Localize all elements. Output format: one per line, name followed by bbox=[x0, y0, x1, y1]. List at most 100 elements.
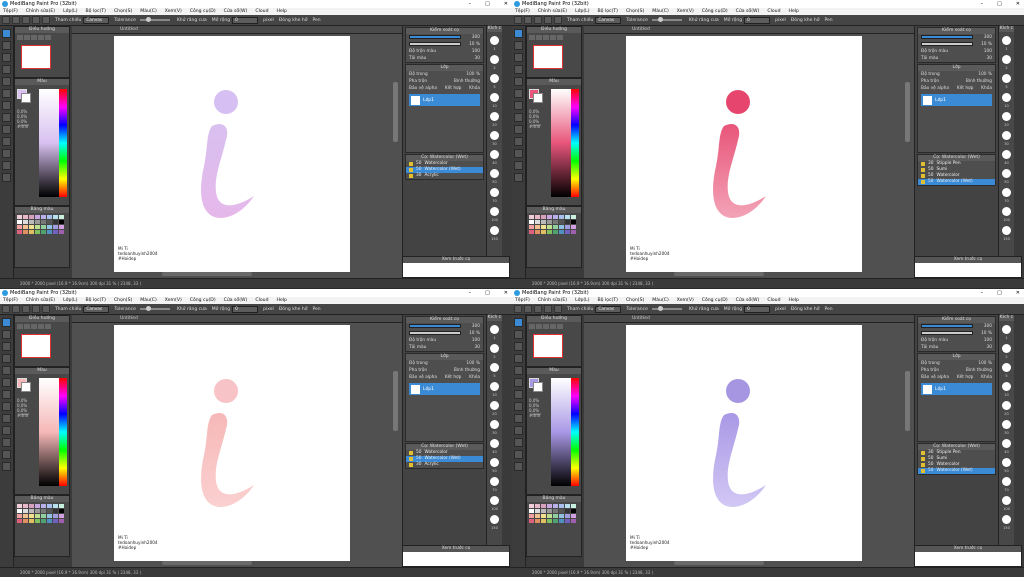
fit-icon[interactable] bbox=[31, 35, 37, 40]
brush-size-preset[interactable] bbox=[490, 36, 499, 45]
palette-swatch[interactable] bbox=[29, 504, 34, 508]
menu-item[interactable]: Lớp(L) bbox=[63, 8, 77, 15]
palette-swatch[interactable] bbox=[47, 215, 52, 219]
palette-swatch[interactable] bbox=[535, 519, 540, 523]
palette-swatch[interactable] bbox=[35, 519, 40, 523]
rotate-icon[interactable] bbox=[550, 324, 556, 329]
flip-icon[interactable] bbox=[45, 35, 51, 40]
brush-size-preset[interactable] bbox=[490, 401, 499, 410]
brush-size-preset[interactable] bbox=[1002, 496, 1011, 505]
open-file-icon[interactable] bbox=[12, 305, 20, 313]
palette-swatch[interactable] bbox=[41, 514, 46, 518]
palette-swatches[interactable] bbox=[17, 504, 64, 523]
redo-icon[interactable] bbox=[554, 305, 562, 313]
fill-gap-checkbox[interactable]: Đóng khe hở bbox=[279, 18, 308, 23]
palette-swatch[interactable] bbox=[547, 509, 552, 513]
palette-swatch[interactable] bbox=[29, 230, 34, 234]
palette-swatch[interactable] bbox=[565, 514, 570, 518]
brush-size-preset[interactable] bbox=[490, 112, 499, 121]
palette-swatch[interactable] bbox=[529, 220, 534, 224]
palette-swatch[interactable] bbox=[547, 225, 552, 229]
rotate-icon[interactable] bbox=[38, 324, 44, 329]
navigator-thumbnail[interactable] bbox=[21, 334, 51, 358]
menu-item[interactable]: Công cụ(D) bbox=[190, 297, 216, 304]
palette-swatch[interactable] bbox=[571, 519, 576, 523]
maximize-icon[interactable]: □ bbox=[485, 0, 490, 8]
menu-item[interactable]: Tệp(F) bbox=[515, 297, 530, 304]
pen-mode-button[interactable]: Pen bbox=[824, 18, 832, 23]
layer-blend-select[interactable]: Bình thường bbox=[454, 79, 480, 84]
palette-swatch[interactable] bbox=[29, 514, 34, 518]
minimize-icon[interactable]: – bbox=[981, 0, 984, 8]
lock-checkbox[interactable]: Khóa bbox=[469, 86, 480, 91]
palette-swatch[interactable] bbox=[529, 230, 534, 234]
blend-value[interactable]: 100 bbox=[472, 49, 480, 54]
palette-swatch[interactable] bbox=[553, 220, 558, 224]
brush-tool-icon[interactable] bbox=[514, 318, 523, 327]
palette-swatch[interactable] bbox=[29, 215, 34, 219]
close-icon[interactable]: ✕ bbox=[504, 0, 508, 8]
menu-item[interactable]: Lớp(L) bbox=[575, 297, 589, 304]
palette-swatch[interactable] bbox=[53, 514, 58, 518]
layer-opacity-value[interactable]: 100 % bbox=[466, 361, 480, 366]
palette-swatch[interactable] bbox=[29, 519, 34, 523]
brush-size-preset[interactable] bbox=[490, 477, 499, 486]
saturation-value-picker[interactable] bbox=[39, 378, 61, 486]
palette-swatch[interactable] bbox=[23, 220, 28, 224]
menu-item[interactable]: Bộ lọc(T) bbox=[598, 8, 618, 15]
hue-slider[interactable] bbox=[59, 89, 67, 197]
fit-icon[interactable] bbox=[543, 324, 549, 329]
navigator-thumbnail[interactable] bbox=[21, 45, 51, 69]
palette-swatch[interactable] bbox=[565, 215, 570, 219]
brush-size-preset[interactable] bbox=[1002, 93, 1011, 102]
layer-blend-select[interactable]: Bình thường bbox=[454, 368, 480, 373]
palette-swatch[interactable] bbox=[565, 504, 570, 508]
palette-swatch[interactable] bbox=[553, 509, 558, 513]
menu-item[interactable]: Màu(C) bbox=[652, 297, 668, 304]
menu-item[interactable]: Cửa sổ(W) bbox=[736, 297, 760, 304]
redo-icon[interactable] bbox=[42, 305, 50, 313]
magic-wand-icon[interactable] bbox=[2, 426, 11, 435]
dot-tool-icon[interactable] bbox=[2, 53, 11, 62]
layer-opacity-value[interactable]: 100 % bbox=[978, 72, 992, 77]
palette-swatch[interactable] bbox=[35, 514, 40, 518]
brush-size-preset[interactable] bbox=[1002, 112, 1011, 121]
layer-opacity-value[interactable]: 100 % bbox=[466, 72, 480, 77]
move-tool-icon[interactable] bbox=[2, 366, 11, 375]
layer-blend-select[interactable]: Bình thường bbox=[966, 368, 992, 373]
palette-swatch[interactable] bbox=[23, 230, 28, 234]
saturation-value-picker[interactable] bbox=[551, 89, 573, 197]
magic-wand-icon[interactable] bbox=[514, 137, 523, 146]
pen-mode-button[interactable]: Pen bbox=[312, 18, 320, 23]
document-tab[interactable]: Untitled bbox=[614, 26, 668, 34]
protect-alpha-checkbox[interactable]: Bảo vệ alpha bbox=[409, 375, 437, 380]
brush-size-preset[interactable] bbox=[490, 458, 499, 467]
menu-item[interactable]: Help bbox=[276, 297, 286, 304]
maximize-icon[interactable]: □ bbox=[997, 289, 1002, 297]
background-swatch[interactable] bbox=[533, 382, 543, 392]
undo-icon[interactable] bbox=[544, 305, 552, 313]
lasso-tool-icon[interactable] bbox=[514, 414, 523, 423]
brush-size-preset[interactable] bbox=[1002, 207, 1011, 216]
close-icon[interactable]: ✕ bbox=[504, 289, 508, 297]
brush-item[interactable]: 50 Watercolor (Wet) bbox=[918, 179, 995, 185]
close-icon[interactable]: ✕ bbox=[1016, 289, 1020, 297]
clip-checkbox[interactable]: Kết hợp bbox=[445, 375, 462, 380]
expand-input[interactable]: 0 bbox=[744, 305, 771, 313]
brush-opacity-slider[interactable] bbox=[921, 331, 973, 335]
blend-value[interactable]: 100 bbox=[984, 49, 992, 54]
palette-swatch[interactable] bbox=[565, 220, 570, 224]
palette-swatch[interactable] bbox=[559, 519, 564, 523]
palette-swatch[interactable] bbox=[23, 215, 28, 219]
dilution-value[interactable]: 30 bbox=[987, 345, 992, 350]
bucket-tool-icon[interactable] bbox=[514, 101, 523, 110]
brush-size-preset[interactable] bbox=[490, 74, 499, 83]
menu-item[interactable]: Xem(V) bbox=[165, 297, 182, 304]
vertical-scrollbar[interactable] bbox=[393, 82, 398, 142]
brush-tool-icon[interactable] bbox=[514, 29, 523, 38]
brush-size-preset[interactable] bbox=[490, 363, 499, 372]
eyedropper-icon[interactable] bbox=[2, 450, 11, 459]
palette-swatch[interactable] bbox=[553, 215, 558, 219]
palette-swatch[interactable] bbox=[23, 504, 28, 508]
palette-swatch[interactable] bbox=[53, 225, 58, 229]
